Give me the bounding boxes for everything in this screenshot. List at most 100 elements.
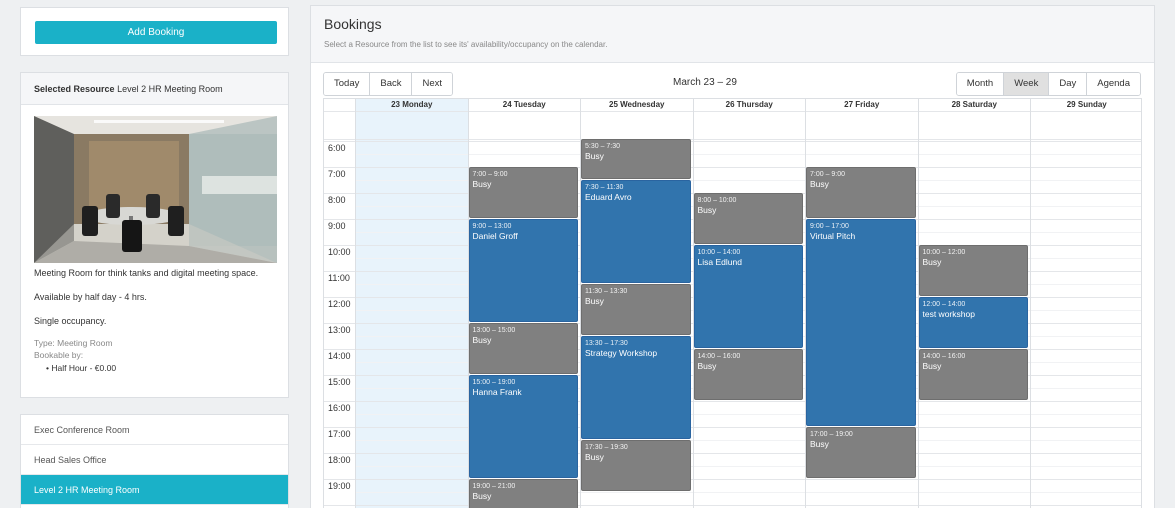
- day-header[interactable]: 24 Tuesday: [467, 99, 581, 111]
- gutter-line: [355, 99, 356, 508]
- add-booking-button[interactable]: Add Booking: [35, 21, 277, 44]
- day-header[interactable]: 25 Wednesday: [580, 99, 693, 111]
- selected-resource-label: Selected Resource: [34, 84, 115, 94]
- bookable-label: Bookable by:: [34, 350, 84, 360]
- day-header[interactable]: 26 Thursday: [692, 99, 806, 111]
- hour-label: 16:00: [328, 403, 351, 413]
- day-column-line: [1030, 99, 1031, 508]
- selected-resource-header: Selected Resource Level 2 HR Meeting Roo…: [21, 73, 288, 105]
- bookings-panel: Bookings Select a Resource from the list…: [310, 5, 1155, 508]
- hour-label: 6:00: [328, 143, 346, 153]
- next-button[interactable]: Next: [412, 73, 453, 95]
- hour-label: 7:00: [328, 169, 346, 179]
- calendar-grid: 6:00 7:00 8:00 9:00 10:00 11:00 12:00 13:00 14:0…: [324, 99, 1141, 508]
- view-month-button[interactable]: Month: [956, 73, 1005, 95]
- view-day-button[interactable]: Day: [1049, 73, 1088, 95]
- event-title: Busy: [585, 151, 604, 161]
- event-time: 13:30 – 17:30: [585, 340, 628, 347]
- event-title: Busy: [697, 205, 717, 215]
- event-time: 17:00 – 19:00: [810, 431, 853, 438]
- selected-resource-name: Level 2 HR Meeting Room: [117, 84, 223, 94]
- event-title: Busy: [810, 179, 829, 189]
- event-time: 9:00 – 17:00: [810, 223, 849, 230]
- busy-event[interactable]: 10:00 – 12:00 Busy: [918, 245, 1028, 296]
- bookings-header: Bookings Select a Resource from the list…: [311, 6, 1154, 63]
- event-time: 15:00 – 19:00: [472, 379, 516, 386]
- day-header[interactable]: 28 Saturday: [917, 99, 1031, 111]
- allday-divider: [324, 139, 1141, 140]
- hour-label: 11:00: [328, 273, 350, 283]
- booking-event[interactable]: 15:00 – 19:00 Hanna Frank: [468, 375, 578, 478]
- day-header[interactable]: 27 Friday: [805, 99, 918, 111]
- bookable-item: • Half Hour - €0.00: [46, 363, 117, 373]
- busy-event[interactable]: 17:30 – 19:30 Busy: [581, 440, 691, 491]
- busy-event[interactable]: 19:00 – 21:00 Busy: [468, 479, 578, 508]
- hour-label: 10:00: [328, 247, 351, 257]
- page-subtitle: Select a Resource from the list to see i…: [324, 40, 608, 49]
- add-booking-panel: Add Booking: [20, 7, 289, 56]
- resource-item-level-2-hr-meeting-room[interactable]: Level 2 HR Meeting Room: [21, 475, 288, 505]
- event-time: 17:30 – 19:30: [585, 444, 628, 451]
- hour-line: [324, 141, 1141, 142]
- event-title: Eduard Avro: [585, 192, 632, 202]
- event-title: Virtual Pitch: [810, 231, 856, 241]
- busy-event[interactable]: 7:00 – 9:00 Busy: [468, 167, 578, 218]
- booking-event[interactable]: 9:00 – 13:00 Daniel Groff: [468, 219, 578, 322]
- date-range-title: March 23 – 29: [673, 77, 737, 88]
- hour-label: 12:00: [328, 299, 351, 309]
- room-photo: [34, 116, 277, 263]
- event-time: 14:00 – 16:00: [697, 353, 741, 360]
- event-title: Busy: [922, 257, 942, 267]
- busy-event[interactable]: 14:00 – 16:00 Busy: [918, 349, 1028, 400]
- event-time: 19:00 – 21:00: [472, 483, 516, 490]
- busy-event[interactable]: 5:30 – 7:30 Busy: [581, 139, 691, 179]
- booking-event[interactable]: 9:00 – 17:00 Virtual Pitch: [806, 219, 916, 426]
- busy-event[interactable]: 7:00 – 9:00 Busy: [806, 167, 916, 218]
- busy-event[interactable]: 13:00 – 15:00 Busy: [468, 323, 578, 374]
- busy-event[interactable]: 17:00 – 19:00 Busy: [806, 427, 916, 478]
- hour-label: 19:00: [328, 481, 351, 491]
- event-time: 9:00 – 13:00: [472, 223, 512, 230]
- view-agenda-button[interactable]: Agenda: [1087, 73, 1140, 95]
- event-title: Busy: [697, 361, 717, 371]
- booking-event[interactable]: 7:30 – 11:30 Eduard Avro: [581, 180, 691, 283]
- event-title: Lisa Edlund: [697, 257, 742, 267]
- hour-line: [324, 479, 1141, 480]
- busy-event[interactable]: 14:00 – 16:00 Busy: [693, 349, 803, 400]
- today-button[interactable]: Today: [324, 73, 371, 95]
- booking-event[interactable]: 10:00 – 14:00 Lisa Edlund: [693, 245, 803, 348]
- event-title: test workshop: [922, 309, 975, 319]
- resource-availability: Available by half day - 4 hrs.: [34, 292, 147, 302]
- booking-event[interactable]: 13:30 – 17:30 Strategy Workshop: [581, 336, 691, 439]
- view-button-group: Month Week Day Agenda: [955, 72, 1141, 96]
- hour-line: [324, 401, 1141, 402]
- day-header[interactable]: 23 Monday: [355, 99, 468, 111]
- nav-button-group: Today Back Next: [323, 72, 454, 96]
- busy-event[interactable]: 8:00 – 10:00 Busy: [693, 193, 803, 244]
- event-title: Busy: [810, 439, 829, 449]
- event-title: Busy: [922, 361, 942, 371]
- hour-label: 17:00: [328, 429, 351, 439]
- event-time: 11:30 – 13:30: [585, 288, 628, 295]
- view-week-button[interactable]: Week: [1004, 73, 1050, 95]
- resource-list: Exec Conference Room Head Sales Office L…: [20, 414, 289, 508]
- week-calendar: 6:00 7:00 8:00 9:00 10:00 11:00 12:00 13:00 14:0…: [323, 98, 1142, 508]
- back-button[interactable]: Back: [370, 73, 413, 95]
- hour-label: 14:00: [328, 351, 351, 361]
- hour-label: 8:00: [328, 195, 346, 205]
- hour-line: [324, 505, 1141, 506]
- booking-event[interactable]: 12:00 – 14:00 test workshop: [918, 297, 1028, 348]
- today-column-highlight: [355, 99, 468, 508]
- half-hour-line: [355, 154, 1141, 155]
- day-header[interactable]: 29 Sunday: [1030, 99, 1141, 111]
- resource-item-exec-conference-room[interactable]: Exec Conference Room: [21, 415, 288, 445]
- event-time: 14:00 – 16:00: [922, 353, 966, 360]
- resource-item-head-sales-office[interactable]: Head Sales Office: [21, 445, 288, 475]
- resource-type: Type: Meeting Room: [34, 338, 113, 348]
- busy-event[interactable]: 11:30 – 13:30 Busy: [581, 284, 691, 335]
- event-time: 8:00 – 10:00: [697, 197, 737, 204]
- resource-description: Meeting Room for think tanks and digital…: [34, 268, 259, 278]
- event-time: 10:00 – 12:00: [922, 249, 966, 256]
- hour-line: [324, 453, 1141, 454]
- event-time: 7:00 – 9:00: [472, 171, 508, 178]
